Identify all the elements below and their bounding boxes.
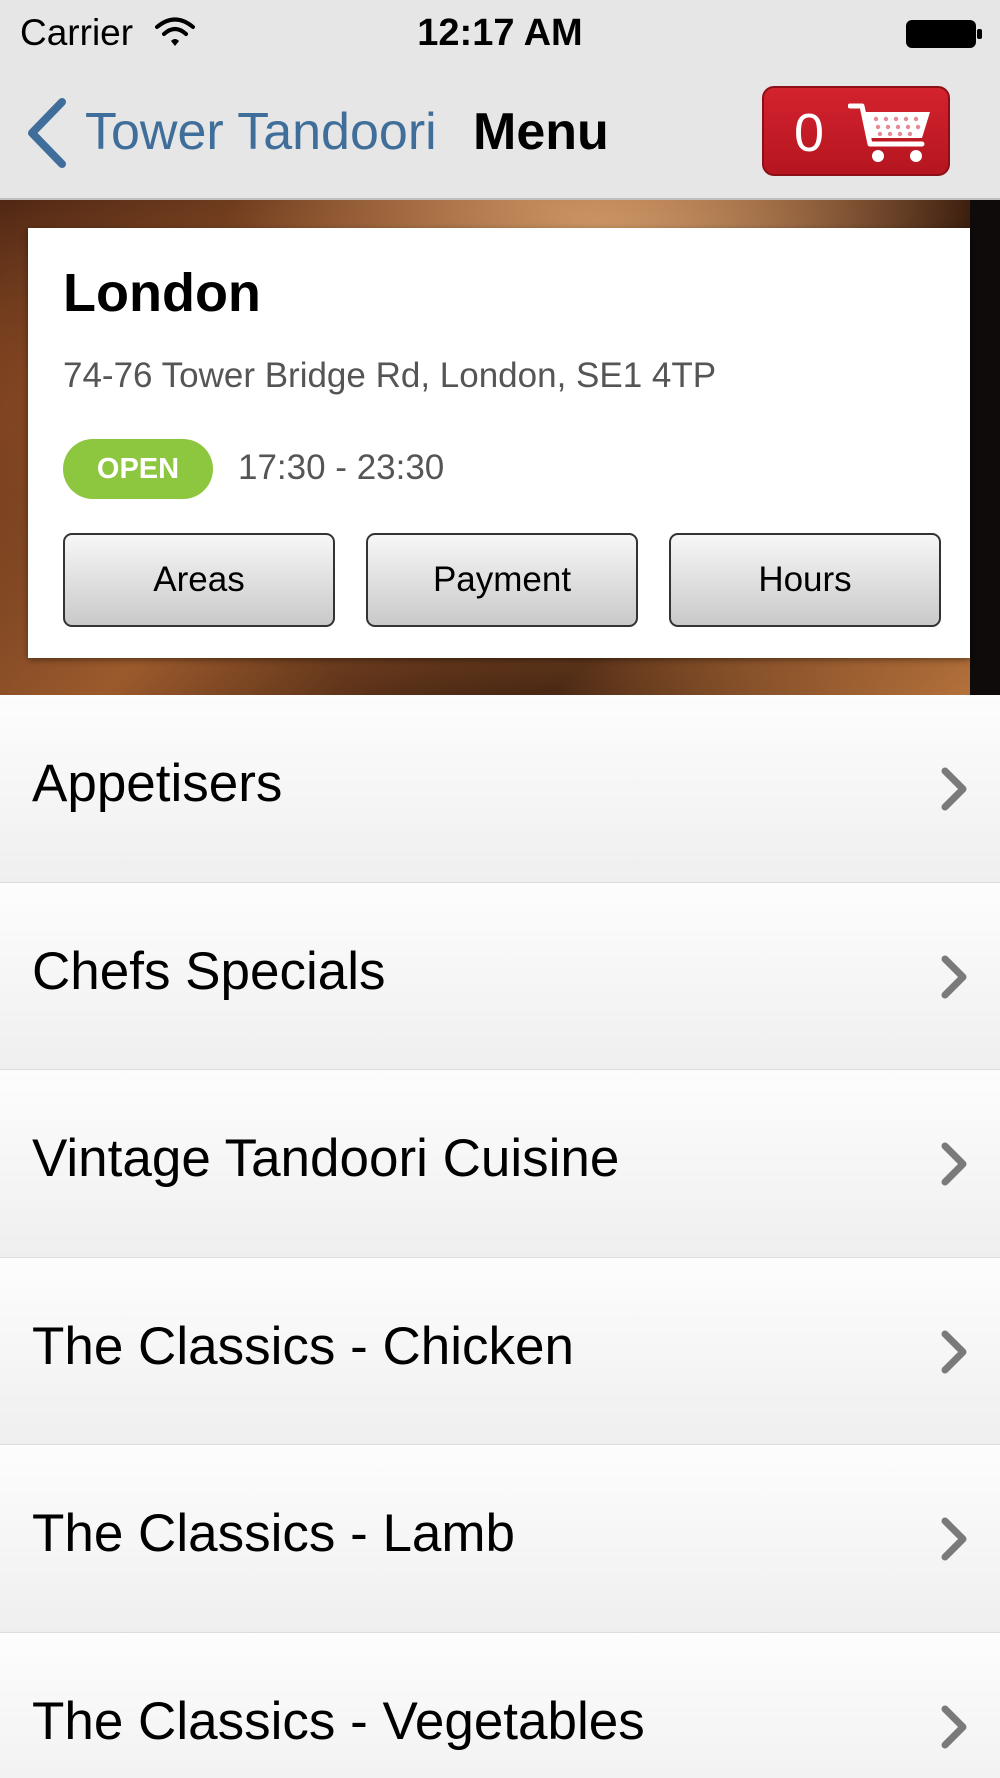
cart-count: 0 <box>794 103 825 163</box>
chevron-right-icon <box>941 955 967 998</box>
shopping-cart-icon <box>848 103 930 162</box>
chevron-right-icon <box>941 1517 967 1561</box>
menu-category-chefs-specials[interactable]: Chefs Specials <box>0 882 1000 1070</box>
menu-category-label: The Classics - Lamb <box>32 1504 516 1563</box>
payment-button[interactable]: Payment <box>366 533 638 627</box>
chevron-right-icon <box>941 767 967 811</box>
chevron-right-icon <box>941 1330 967 1373</box>
back-chevron-icon[interactable] <box>24 98 68 168</box>
menu-category-label: The Classics - Vegetables <box>32 1691 645 1751</box>
status-badge: OPEN <box>63 439 213 499</box>
menu-category-vintage-tandoori[interactable]: Vintage Tandoori Cuisine <box>0 1070 1000 1258</box>
chevron-right-icon <box>941 1142 967 1186</box>
hero-image-edge <box>970 200 1000 695</box>
status-time: 12:17 AM <box>417 12 583 54</box>
menu-category-label: Chefs Specials <box>32 941 386 1001</box>
navigation-bar: Tower Tandoori Menu 0 <box>0 68 1000 200</box>
menu-category-list: Appetisers Chefs Specials Vintage Tandoo… <box>0 695 1000 1778</box>
location-card: London 74-76 Tower Bridge Rd, London, SE… <box>28 228 970 658</box>
menu-category-label: Vintage Tandoori Cuisine <box>32 1129 620 1188</box>
menu-category-label: The Classics - Chicken <box>32 1316 574 1376</box>
menu-category-classics-lamb[interactable]: The Classics - Lamb <box>0 1445 1000 1633</box>
menu-category-classics-vegetables[interactable]: The Classics - Vegetables <box>0 1632 1000 1778</box>
menu-category-label: Appetisers <box>32 754 283 813</box>
areas-button[interactable]: Areas <box>63 533 335 627</box>
menu-category-appetisers[interactable]: Appetisers <box>0 695 1000 883</box>
status-bar: Carrier 12:17 AM <box>0 0 1000 68</box>
chevron-right-icon <box>941 1705 967 1748</box>
menu-category-classics-chicken[interactable]: The Classics - Chicken <box>0 1257 1000 1445</box>
battery-icon <box>906 20 982 48</box>
cart-button[interactable]: 0 <box>762 86 950 176</box>
hours-button[interactable]: Hours <box>669 533 941 627</box>
location-address: 74-76 Tower Bridge Rd, London, SE1 4TP <box>63 356 717 395</box>
location-city: London <box>63 263 261 323</box>
opening-hours: 17:30 - 23:30 <box>238 448 445 487</box>
page-title: Menu <box>473 103 609 161</box>
back-button[interactable]: Tower Tandoori <box>85 102 437 162</box>
